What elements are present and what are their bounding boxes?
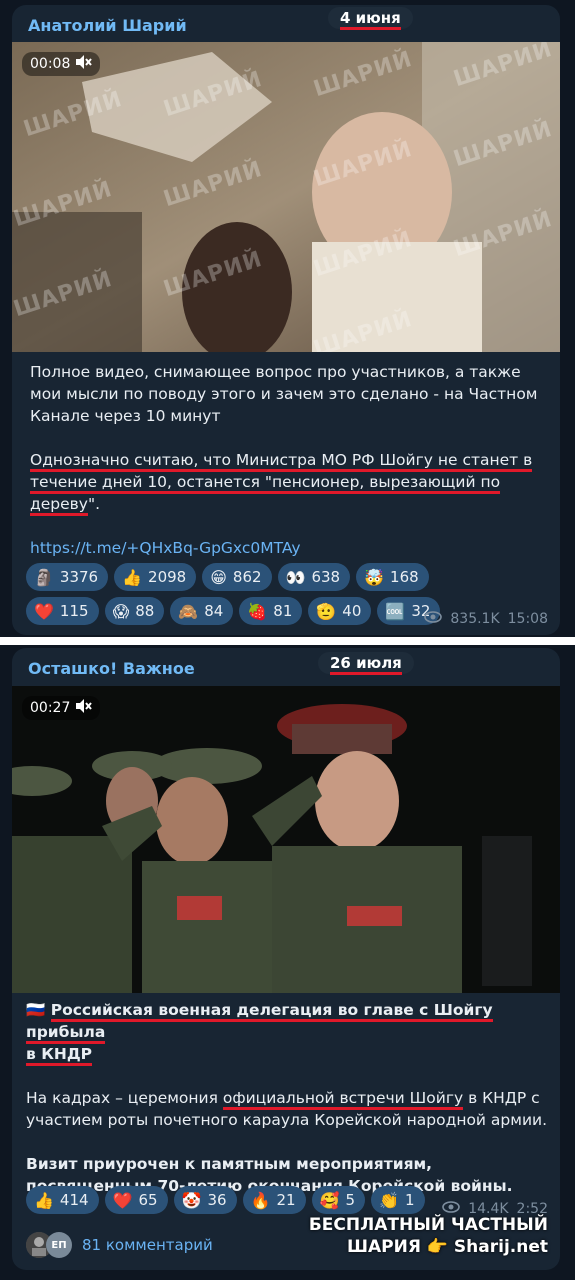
reaction-emoji-icon: 🔥 xyxy=(250,1190,271,1210)
reaction-count: 36 xyxy=(207,1191,227,1209)
date-text: 26 июля xyxy=(330,654,402,675)
reaction-count: 414 xyxy=(59,1191,89,1209)
reaction-count: 40 xyxy=(342,602,362,620)
reaction-emoji-icon: ❤️ xyxy=(34,601,54,621)
video-player[interactable]: ШАРИЙ ШАРИЙ ШАРИЙ ШАРИЙ ШАРИЙ ШАРИЙ ШАРИ… xyxy=(12,42,560,352)
reaction-emoji-icon: 👍 xyxy=(34,1190,54,1210)
post-text: Полное видео, снимающее вопрос про участ… xyxy=(30,361,550,559)
reaction-emoji-icon: 👏 xyxy=(379,1190,399,1210)
muted-speaker-icon[interactable] xyxy=(76,55,93,73)
reaction-count: 168 xyxy=(390,568,419,586)
underlined-text: дереву xyxy=(30,495,88,516)
reaction-emoji-icon: 🍓 xyxy=(247,601,268,621)
sharij-line: ШАРИЯ 👉 Sharij.net xyxy=(346,1237,548,1257)
flag-icon: 🇷🇺 xyxy=(26,1001,46,1019)
views-eye-icon xyxy=(424,611,443,627)
reaction-pill[interactable]: 🗿 3376 xyxy=(26,563,109,591)
underlined-text: течение дней 10, останется "пенсионер, в… xyxy=(30,473,501,494)
reaction-pill[interactable]: 🙈 84 xyxy=(170,597,234,625)
post-card-2: Осташко! Важное 26 июля 00:27 🇷🇺 Российс… xyxy=(12,648,560,1270)
reaction-pill[interactable]: 👍 2098 xyxy=(114,563,197,591)
post-time: 15:08 xyxy=(507,611,548,627)
reaction-count: 1 xyxy=(405,1191,415,1209)
video-time: 00:08 xyxy=(30,56,71,72)
video-player[interactable]: 00:27 xyxy=(12,686,560,993)
reaction-emoji-icon: 🫡 xyxy=(316,601,337,621)
reaction-pill[interactable]: 🤡 36 xyxy=(173,1186,237,1214)
reaction-count: 115 xyxy=(59,602,89,620)
video-frame xyxy=(12,686,560,993)
reaction-pill[interactable]: 😱 88 xyxy=(104,597,165,625)
reaction-count: 638 xyxy=(311,568,341,586)
channel-name[interactable]: Осташко! Важное xyxy=(28,659,195,678)
reaction-pill[interactable]: 🫡 40 xyxy=(308,597,372,625)
post-meta: 835.1K 15:08 xyxy=(424,611,548,627)
post-text: 🇷🇺 Российская военная делегация во главе… xyxy=(26,999,552,1197)
underlined-text: официальной встречи Шойгу xyxy=(222,1089,464,1110)
commenter-avatar: ЕП xyxy=(46,1232,72,1258)
reaction-count: 88 xyxy=(135,602,155,620)
invite-link[interactable]: https://t.me/+QHxBq-GpGxc0MTAy xyxy=(30,537,550,559)
reaction-count: 862 xyxy=(232,568,262,586)
reaction-count: 2098 xyxy=(148,568,187,586)
reaction-pill[interactable]: 🥰 5 xyxy=(311,1186,366,1214)
comments-count: 81 комментарий xyxy=(82,1236,213,1254)
sharij-line: БЕСПЛАТНЫЙ ЧАСТНЫЙ xyxy=(308,1215,548,1235)
reactions-bar: 🗿 3376 👍 2098 😁 862 👀 638 🤯 168 ❤️ 115 😱 88 🙈 84 🍓 81 🫡 40 🆒… xyxy=(26,563,486,625)
text-part: На кадрах – церемония xyxy=(26,1089,223,1107)
separator xyxy=(0,637,575,645)
reactions-bar: 👍 414 ❤️ 65 🤡 36 🔥 21 🥰 5 👏 1 xyxy=(26,1186,486,1214)
reaction-emoji-icon: ❤️ xyxy=(112,1190,133,1210)
reaction-emoji-icon: 😁 xyxy=(210,567,227,587)
post-paragraph-1: Полное видео, снимающее вопрос про участ… xyxy=(30,363,538,425)
reaction-emoji-icon: 🥰 xyxy=(319,1190,340,1210)
reaction-count: 3376 xyxy=(59,568,99,586)
reaction-count: 21 xyxy=(276,1191,296,1209)
post-paragraph-1: На кадрах – церемония официальной встреч… xyxy=(26,1087,552,1131)
video-time: 00:27 xyxy=(30,700,71,716)
headline: 🇷🇺 Российская военная делегация во главе… xyxy=(26,999,552,1066)
video-duration-badge[interactable]: 00:27 xyxy=(22,696,101,720)
reaction-pill[interactable]: 🤯 168 xyxy=(356,563,429,591)
date-text: 4 июня xyxy=(340,9,401,30)
post-card-1: Анатолий Шарий 4 июня ШАРИЙ ШАРИЙ ШАРИЙ … xyxy=(12,5,560,635)
date-badge: 4 июня xyxy=(328,7,413,30)
reaction-count: 81 xyxy=(273,602,293,620)
underlined-text: Однозначно считаю, что Министра МО РФ Шо… xyxy=(30,451,533,472)
video-duration-badge[interactable]: 00:08 xyxy=(22,52,101,76)
date-badge: 26 июля xyxy=(318,652,414,675)
reaction-pill[interactable]: 👍 414 xyxy=(26,1186,99,1214)
reaction-emoji-icon: 🗿 xyxy=(34,567,54,587)
reaction-emoji-icon: 👍 xyxy=(122,567,143,587)
reaction-emoji-icon: 🙈 xyxy=(178,601,199,621)
reaction-emoji-icon: 👀 xyxy=(285,567,306,587)
reaction-emoji-icon: 🤯 xyxy=(364,567,385,587)
channel-name[interactable]: Анатолий Шарий xyxy=(28,16,187,35)
views-count: 835.1K xyxy=(450,611,500,627)
reaction-pill[interactable]: ❤️ 65 xyxy=(104,1186,168,1214)
reaction-pill[interactable]: 🍓 81 xyxy=(239,597,303,625)
reaction-pill[interactable]: 😁 862 xyxy=(202,563,272,591)
reaction-count: 84 xyxy=(204,602,224,620)
post-paragraph-2: Однозначно считаю, что Министра МО РФ Шо… xyxy=(30,449,550,516)
reaction-pill[interactable]: 👀 638 xyxy=(277,563,351,591)
reaction-pill[interactable]: 👏 1 xyxy=(371,1186,425,1214)
reaction-count: 65 xyxy=(138,1191,158,1209)
sharij-watermark: БЕСПЛАТНЫЙ ЧАСТНЫЙ ШАРИЯ 👉 Sharij.net xyxy=(309,1214,548,1258)
comments-button[interactable]: ЕП 81 комментарий xyxy=(26,1232,213,1258)
underlined-text: в КНДР xyxy=(26,1045,93,1066)
underlined-text: Российская военная делегация во главе с … xyxy=(26,1001,493,1044)
reaction-emoji-icon: 🆒 xyxy=(385,601,406,621)
reaction-count: 5 xyxy=(345,1191,356,1209)
muted-speaker-icon[interactable] xyxy=(76,699,93,717)
reaction-pill[interactable]: ❤️ 115 xyxy=(26,597,99,625)
reaction-emoji-icon: 🤡 xyxy=(181,1190,202,1210)
text-tail: ". xyxy=(87,495,100,513)
reaction-pill[interactable]: 🔥 21 xyxy=(242,1186,306,1214)
reaction-emoji-icon: 😱 xyxy=(112,601,130,621)
